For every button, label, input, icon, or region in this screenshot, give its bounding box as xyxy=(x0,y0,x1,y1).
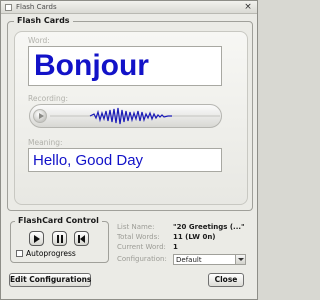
title-bar[interactable]: Flash Cards × xyxy=(1,1,257,14)
word-label: Word: xyxy=(28,36,50,45)
autoprogress-label: Autoprogress xyxy=(26,249,76,258)
play-icon xyxy=(34,235,40,243)
meaning-display: Hello, Good Day xyxy=(28,148,222,172)
configuration-value: Default xyxy=(176,256,202,264)
edit-configurations-button[interactable]: Edit Configurations xyxy=(9,273,91,287)
total-words-value: 11 (LW 0n) xyxy=(173,233,216,241)
flashcard-control-label: FlashCard Control xyxy=(15,216,102,225)
skip-back-icon xyxy=(78,235,85,243)
close-button[interactable]: Close xyxy=(208,273,244,287)
meaning-text: Hello, Good Day xyxy=(33,152,144,169)
autoprogress-checkbox[interactable] xyxy=(16,250,23,257)
total-words-label: Total Words: xyxy=(117,233,160,241)
word-text: Bonjour xyxy=(34,49,149,82)
current-word-label: Current Word: xyxy=(117,243,166,251)
flash-cards-group-label: Flash Cards xyxy=(14,16,73,25)
recording-label: Recording: xyxy=(28,94,69,103)
app-icon xyxy=(5,4,12,11)
list-name-value: "20 Greetings (..." xyxy=(173,223,245,231)
flash-cards-window: Flash Cards × Flash Cards Word: Bonjour … xyxy=(0,0,258,300)
restart-button[interactable] xyxy=(74,231,89,246)
pause-icon xyxy=(57,235,63,243)
play-recording-icon[interactable] xyxy=(33,109,47,123)
pause-button[interactable] xyxy=(52,231,67,246)
list-name-label: List Name: xyxy=(117,223,155,231)
word-display: Bonjour xyxy=(28,46,222,86)
chevron-down-icon[interactable] xyxy=(235,255,245,264)
configuration-label: Configuration: xyxy=(117,255,167,263)
waveform-icon xyxy=(50,107,220,125)
current-word-value: 1 xyxy=(173,243,178,251)
window-title: Flash Cards xyxy=(16,3,57,11)
play-button[interactable] xyxy=(29,231,44,246)
close-icon[interactable]: × xyxy=(243,2,253,12)
meaning-label: Meaning: xyxy=(28,138,63,147)
recording-player[interactable] xyxy=(29,104,222,128)
configuration-select[interactable]: Default xyxy=(173,254,246,265)
